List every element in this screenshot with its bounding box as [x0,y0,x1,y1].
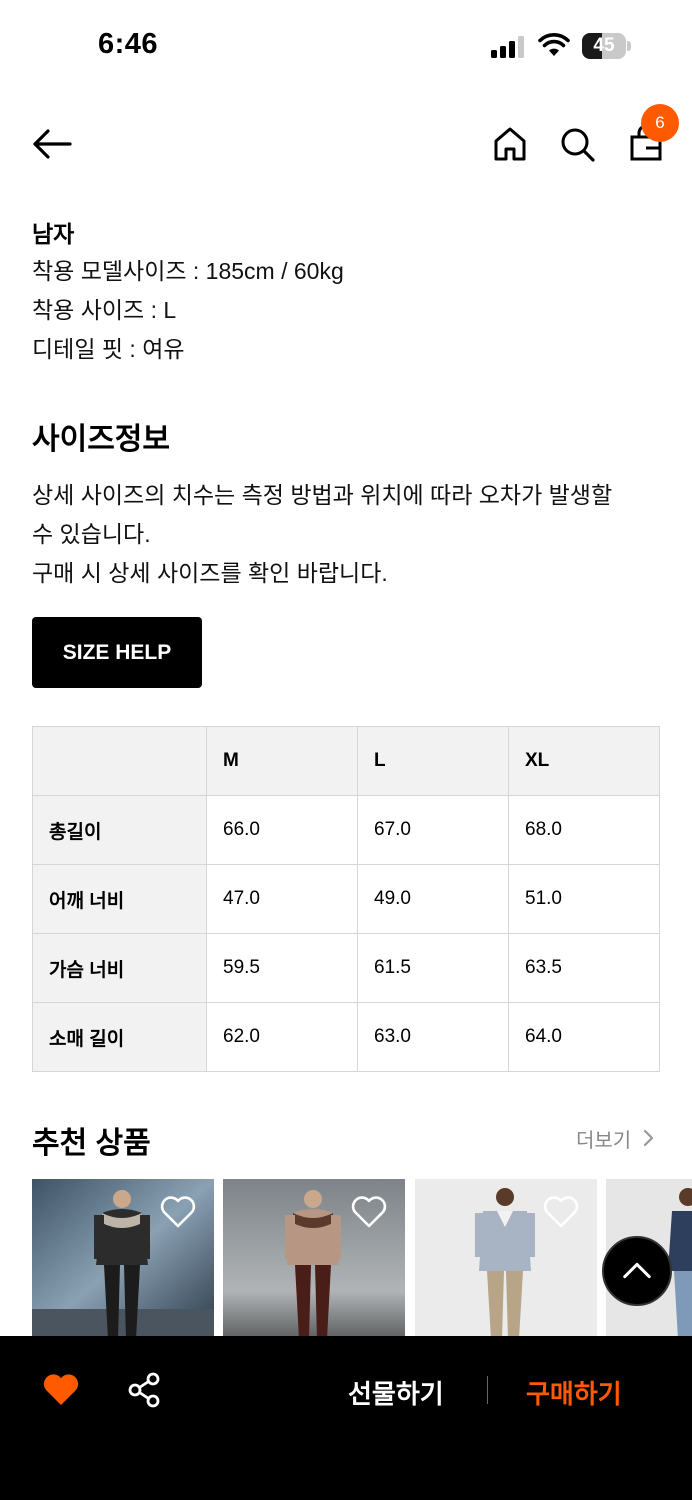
size-desc-line: 구매 시 상세 사이즈를 확인 바랍니다. [32,560,388,586]
size-table: M L XL 총길이 66.0 67.0 68.0 어깨 너비 47.0 49.… [32,726,660,1072]
wishlist-heart-icon[interactable] [351,1195,387,1229]
product-card[interactable] [415,1179,597,1339]
table-cell: 68.0 [508,795,660,865]
table-cell: 51.0 [508,864,660,934]
battery-indicator: 45 [582,33,631,59]
back-arrow-icon[interactable] [30,124,72,164]
table-cell: 47.0 [206,864,358,934]
wishlist-heart-icon[interactable] [160,1195,196,1229]
row-label: 가슴 너비 [32,933,207,1003]
home-icon[interactable] [490,124,530,164]
bottom-action-bar [0,1336,692,1500]
buy-button[interactable]: 구매하기 [526,1374,622,1411]
heart-icon[interactable] [42,1372,80,1408]
table-header-cell: L [357,726,509,796]
size-info-title: 사이즈정보 [32,423,170,456]
divider [487,1376,488,1404]
model-info: 남자 착용 모델사이즈 : 185cm / 60kg 착용 사이즈 : L 디테… [32,216,344,369]
chevron-right-icon[interactable] [640,1127,656,1149]
gift-button[interactable]: 선물하기 [348,1374,444,1411]
scroll-to-top-button[interactable] [602,1236,672,1306]
cart-count-badge: 6 [641,104,679,142]
table-cell: 62.0 [206,1002,358,1072]
size-help-button[interactable]: SIZE HELP [32,617,202,688]
status-bar: 6:46 45 [0,0,692,90]
table-cell: 59.5 [206,933,358,1003]
table-cell: 61.5 [357,933,509,1003]
search-icon[interactable] [557,124,597,164]
table-row: 가슴 너비 59.5 61.5 63.5 [32,933,660,1003]
table-cell: 64.0 [508,1002,660,1072]
model-gender: 남자 [32,221,75,247]
table-cell: 67.0 [357,795,509,865]
size-info-description: 상세 사이즈의 치수는 측정 방법과 위치에 따라 오차가 발생할 수 있습니다… [32,476,662,593]
table-cell: 63.0 [357,1002,509,1072]
row-label: 총길이 [32,795,207,865]
table-cell: 63.5 [508,933,660,1003]
worn-size: 착용 사이즈 : L [32,297,177,323]
product-card[interactable] [223,1179,405,1339]
size-desc-line: 상세 사이즈의 치수는 측정 방법과 위치에 따라 오차가 발생할 [32,482,613,508]
status-time: 6:46 [98,28,159,60]
share-icon[interactable] [126,1372,162,1408]
row-label: 어깨 너비 [32,864,207,934]
model-size: 착용 모델사이즈 : 185cm / 60kg [32,258,344,284]
size-desc-line: 수 있습니다. [32,521,151,547]
table-header-row: M L XL [32,726,660,796]
wishlist-heart-icon[interactable] [543,1195,579,1229]
see-more-link[interactable]: 더보기 [576,1124,631,1153]
recommended-title: 추천 상품 [32,1127,151,1160]
table-row: 어깨 너비 47.0 49.0 51.0 [32,864,660,934]
table-header-cell: XL [508,726,660,796]
cellular-signal-icon [491,36,524,58]
table-row: 소매 길이 62.0 63.0 64.0 [32,1002,660,1072]
table-header-cell: M [206,726,358,796]
wifi-icon [538,33,570,56]
table-row: 총길이 66.0 67.0 68.0 [32,795,660,865]
table-header-cell [32,726,207,796]
detail-fit: 디테일 핏 : 여유 [32,336,185,362]
product-card[interactable] [32,1179,214,1339]
battery-level: 45 [593,35,615,56]
table-cell: 49.0 [357,864,509,934]
row-label: 소매 길이 [32,1002,207,1072]
table-cell: 66.0 [206,795,358,865]
